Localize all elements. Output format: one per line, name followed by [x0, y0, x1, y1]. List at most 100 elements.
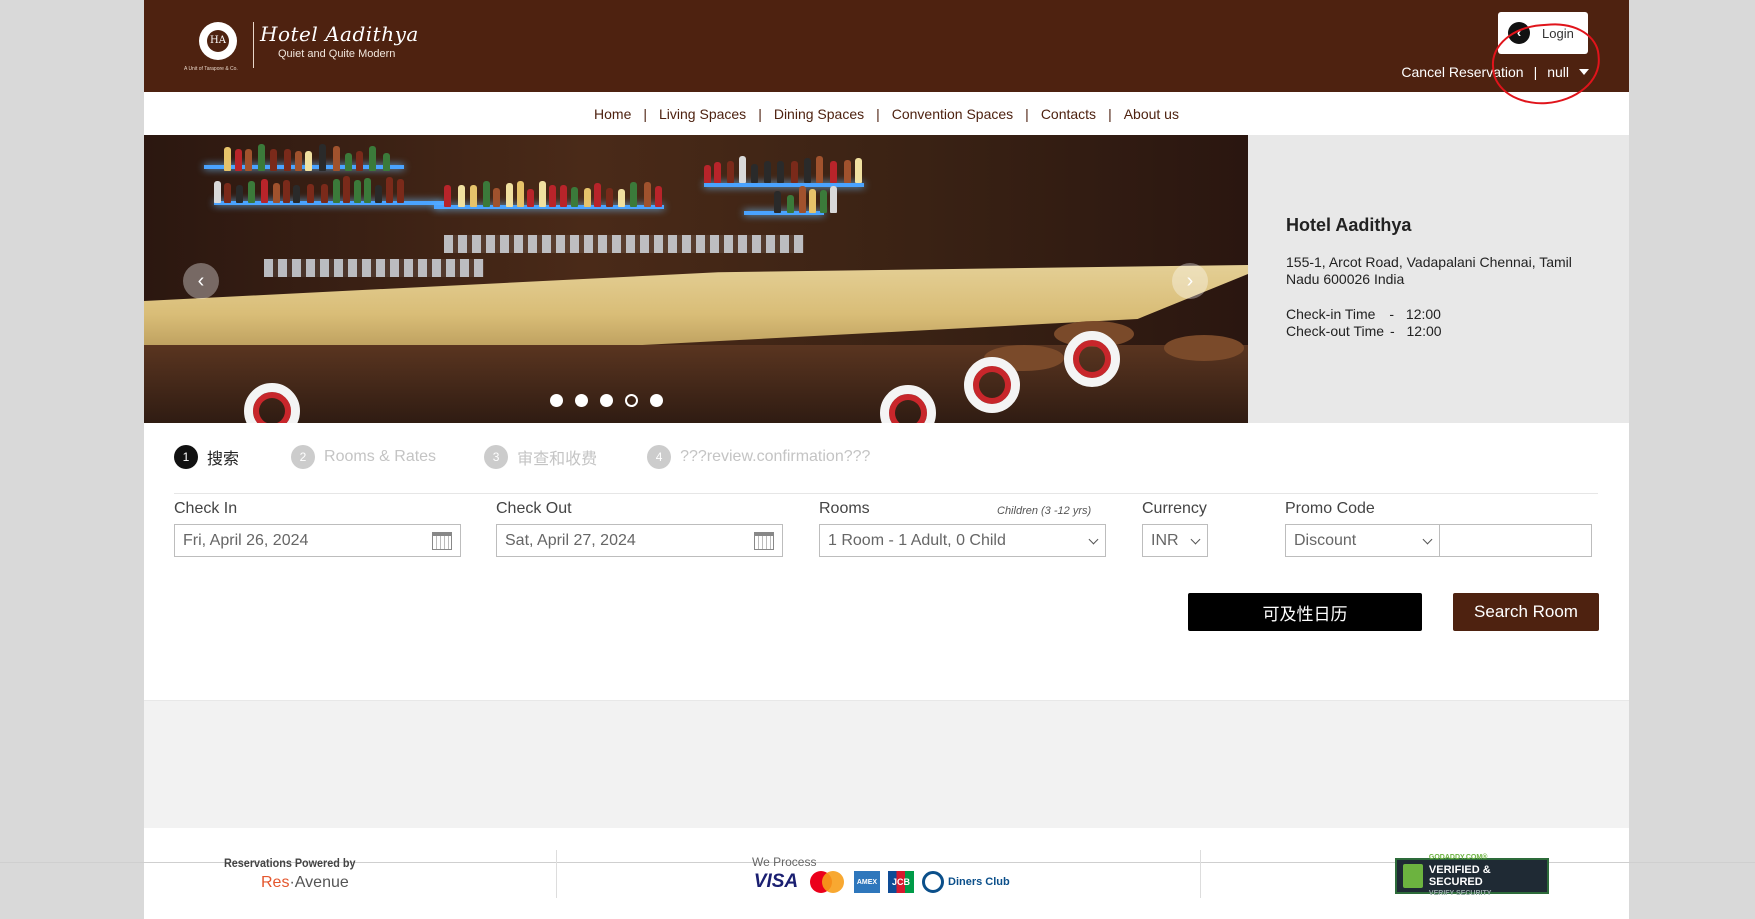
cancel-reservation-link[interactable]: Cancel Reservation: [1401, 64, 1523, 80]
availability-calendar-button[interactable]: 可及性日历: [1188, 593, 1422, 631]
login-button[interactable]: ‹ Login: [1498, 12, 1588, 54]
checkout-time-label: Check-out Time: [1286, 323, 1385, 339]
step-label: Rooms & Rates: [324, 448, 437, 465]
bottle: [224, 147, 231, 171]
bottle: [375, 185, 382, 203]
carousel-dot[interactable]: [625, 394, 638, 407]
bottle: [333, 146, 340, 171]
carousel-prev-button[interactable]: ‹: [183, 263, 219, 299]
nav-item-living-spaces[interactable]: Living Spaces: [659, 106, 746, 122]
bottle: [816, 156, 823, 183]
bottle: [799, 186, 806, 213]
bottle: [235, 149, 242, 171]
we-process-label: We Process: [752, 855, 817, 869]
search-room-button[interactable]: Search Room: [1453, 593, 1599, 631]
bottle: [618, 189, 625, 207]
rooms-select[interactable]: 1 Room - 1 Adult, 0 Child: [819, 524, 1106, 557]
verified-sub: VERIFY SECURITY: [1428, 890, 1492, 897]
bottle: [470, 185, 477, 207]
step-label: ???review.confirmation???: [680, 448, 871, 465]
hotel-logo[interactable]: HA A Unit of Tarapore & Co. Hotel Aadith…: [184, 22, 419, 72]
bottle: [261, 179, 268, 203]
nav-item-contacts[interactable]: Contacts: [1041, 106, 1096, 122]
bottle: [809, 189, 816, 213]
carousel-dot[interactable]: [600, 394, 613, 407]
bottle: [506, 183, 513, 207]
time-dash: -: [1389, 306, 1395, 322]
bottle: [764, 161, 771, 183]
step-search[interactable]: 1 搜索: [174, 445, 239, 469]
logo-seal: HA: [199, 22, 237, 60]
bottle: [343, 176, 350, 203]
lock-icon: [1403, 864, 1423, 888]
calendar-icon[interactable]: [432, 531, 452, 550]
card-logos: VISA AMEX JCB Diners Club: [752, 871, 1010, 893]
time-dash: -: [1389, 323, 1395, 339]
mastercard-logo: [808, 871, 846, 893]
carousel-next-button[interactable]: ›: [1172, 263, 1208, 299]
logo-tagline: A Unit of Tarapore & Co.: [184, 66, 238, 72]
hotel-name: Hotel Aadithya: [1286, 215, 1412, 235]
chevron-down-icon: [1088, 534, 1099, 544]
verified-main: VERIFIED & SECURED: [1428, 864, 1491, 888]
bottle: [844, 160, 851, 183]
currency-value: INR: [1151, 531, 1179, 549]
nav-separator: |: [643, 105, 648, 122]
carousel-dot[interactable]: [550, 394, 563, 407]
bottle: [258, 144, 265, 171]
promo-code-input[interactable]: [1439, 524, 1592, 557]
bottle: [283, 180, 290, 203]
bottle: [444, 185, 451, 207]
bottle: [273, 183, 280, 203]
powered-by-label: Reservations Powered by: [224, 856, 356, 870]
carousel-dot[interactable]: [575, 394, 588, 407]
bottle: [284, 149, 291, 171]
hotel-address: 155-1, Arcot Road, Vadapalani Chennai, T…: [1286, 254, 1572, 287]
carousel-indicators: [550, 394, 663, 407]
user-dropdown[interactable]: null: [1547, 64, 1589, 80]
amex-logo: AMEX: [854, 871, 880, 893]
site-footer: Reservations Powered by Res·Avenue We Pr…: [0, 828, 1755, 919]
currency-select[interactable]: INR: [1142, 524, 1208, 557]
calendar-icon[interactable]: [754, 531, 774, 550]
carousel-dot[interactable]: [650, 394, 663, 407]
life-ring: [964, 357, 1020, 413]
step-review[interactable]: 3 审查和收费: [484, 445, 597, 469]
step-label: 搜索: [207, 451, 240, 468]
jcb-logo: JCB: [888, 871, 914, 893]
checkin-time-value: 12:00: [1405, 306, 1441, 322]
step-number: 4: [647, 445, 672, 469]
bottle: [630, 182, 637, 207]
checkin-date-field[interactable]: Fri, April 26, 2024: [174, 524, 461, 557]
nav-item-convention-spaces[interactable]: Convention Spaces: [892, 106, 1013, 122]
bottle: [307, 184, 314, 203]
bottle: [293, 185, 300, 203]
step-confirmation[interactable]: 4 ???review.confirmation???: [647, 445, 870, 469]
diners-club-logo: Diners Club: [922, 871, 1010, 893]
nav-separator: |: [1025, 105, 1029, 122]
resavenue-logo[interactable]: Res·Avenue: [261, 874, 370, 892]
bottle: [571, 187, 578, 207]
powered-by: Reservations Powered by Res·Avenue: [224, 856, 370, 892]
glass-row: [264, 259, 484, 277]
bottle: [493, 188, 500, 207]
resavenue-avenue: Avenue: [294, 874, 349, 891]
bottle: [714, 162, 721, 183]
bottle: [777, 161, 784, 183]
nav-item-home[interactable]: Home: [594, 106, 631, 122]
bottle: [458, 185, 465, 207]
step-rooms-rates[interactable]: 2 Rooms & Rates: [291, 445, 436, 469]
nav-separator: |: [876, 105, 880, 122]
nav-item-dining-spaces[interactable]: Dining Spaces: [774, 106, 864, 122]
bottle: [270, 149, 277, 171]
bottle: [364, 178, 371, 203]
godaddy-verified-badge[interactable]: GODADDY.COM® VERIFIED & SECURED VERIFY S…: [1395, 854, 1549, 897]
login-label: Login: [1542, 25, 1574, 41]
nav-item-about-us[interactable]: About us: [1124, 106, 1179, 122]
chevron-left-icon: ‹: [1508, 22, 1530, 44]
promo-type-select[interactable]: Discount: [1285, 524, 1440, 557]
step-label: 审查和收费: [517, 451, 598, 468]
checkout-date-field[interactable]: Sat, April 27, 2024: [496, 524, 783, 557]
bottle: [236, 185, 243, 203]
currency-label: Currency: [1142, 500, 1207, 517]
